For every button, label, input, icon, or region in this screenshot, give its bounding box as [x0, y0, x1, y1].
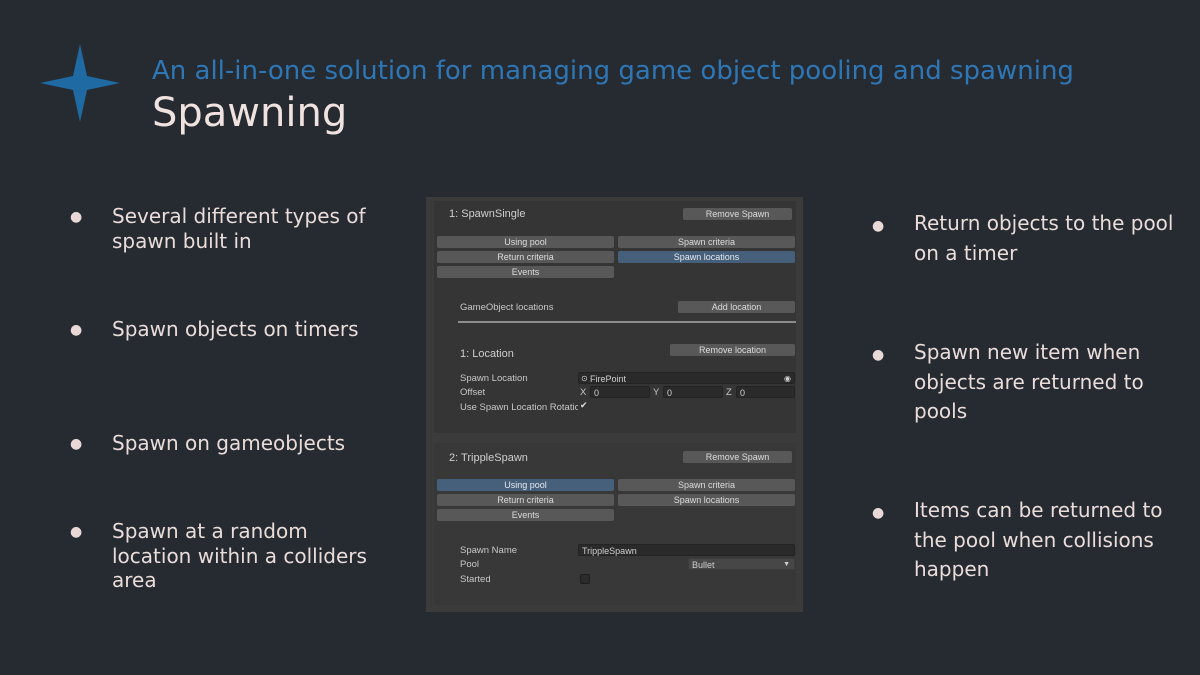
- add-location-button[interactable]: Add location: [678, 301, 795, 313]
- spawn-location-value: FirePoint: [590, 374, 627, 384]
- offset-y-label: Y: [653, 387, 660, 398]
- gameobject-locations-label: GameObject locations: [460, 302, 554, 313]
- left-bullet-1: Several different types of spawn built i…: [70, 204, 370, 253]
- slide-title: Spawning: [152, 90, 348, 136]
- offset-label: Offset: [460, 387, 486, 398]
- left-bullet-3: Spawn on gameobjects: [70, 431, 370, 456]
- tab-using-pool-2[interactable]: Using pool: [437, 479, 614, 491]
- remove-location-button[interactable]: Remove location: [670, 344, 795, 356]
- spawn-block-1: 1: SpawnSingle Remove Spawn Using pool S…: [434, 201, 796, 433]
- use-spawn-location-rotation-label: Use Spawn Location Rotatio: [460, 402, 578, 413]
- spawn-2-header: 2: TrippleSpawn: [449, 452, 528, 464]
- right-bullet-3: Items can be returned to the pool when c…: [872, 496, 1174, 585]
- offset-z-label: Z: [726, 387, 732, 398]
- location-1-header: 1: Location: [460, 348, 514, 360]
- spawn-location-label: Spawn Location: [460, 373, 528, 384]
- spawn-block-2: 2: TrippleSpawn Remove Spawn Using pool …: [434, 443, 796, 605]
- tab-spawn-locations-2[interactable]: Spawn locations: [618, 494, 795, 506]
- left-bullet-4: Spawn at a random location within a coll…: [70, 519, 370, 593]
- remove-spawn-1-button[interactable]: Remove Spawn: [683, 208, 792, 220]
- tab-spawn-criteria-2[interactable]: Spawn criteria: [618, 479, 795, 491]
- offset-x-field[interactable]: 0: [590, 386, 650, 398]
- started-checkbox[interactable]: [580, 574, 590, 584]
- object-picker-icon[interactable]: ◉: [784, 373, 791, 385]
- chevron-down-icon: ▼: [783, 561, 790, 568]
- tab-events-1[interactable]: Events: [437, 266, 614, 278]
- slide-subtitle: An all-in-one solution for managing game…: [152, 56, 1074, 86]
- use-rotation-checkbox[interactable]: ✔: [580, 401, 588, 411]
- pool-value: Bullet: [692, 560, 715, 570]
- spawner-inspector-panel: 1: SpawnSingle Remove Spawn Using pool S…: [426, 197, 803, 612]
- offset-y-field[interactable]: 0: [663, 386, 723, 398]
- section-divider: [458, 321, 796, 323]
- pool-dropdown[interactable]: Bullet ▼: [688, 558, 795, 570]
- spawn-name-field[interactable]: TrippleSpawn: [578, 544, 795, 556]
- tab-spawn-locations-1[interactable]: Spawn locations: [618, 251, 795, 263]
- spawn-location-field[interactable]: ⊙ FirePoint ◉: [578, 372, 795, 384]
- offset-z-field[interactable]: 0: [736, 386, 795, 398]
- gameobject-icon: ⊙: [581, 374, 588, 383]
- pool-label: Pool: [460, 559, 480, 570]
- spawn-1-header: 1: SpawnSingle: [449, 208, 526, 220]
- left-bullet-2: Spawn objects on timers: [70, 317, 370, 342]
- right-bullet-1: Return objects to the pool on a timer: [872, 209, 1174, 268]
- tab-using-pool-1[interactable]: Using pool: [437, 236, 614, 248]
- four-point-star-icon: [40, 44, 120, 122]
- started-label: Started: [460, 574, 491, 585]
- right-bullet-2: Spawn new item when objects are returned…: [872, 338, 1174, 427]
- tab-return-criteria-1[interactable]: Return criteria: [437, 251, 614, 263]
- tab-return-criteria-2[interactable]: Return criteria: [437, 494, 614, 506]
- remove-spawn-2-button[interactable]: Remove Spawn: [683, 451, 792, 463]
- offset-x-label: X: [580, 387, 587, 398]
- tab-events-2[interactable]: Events: [437, 509, 614, 521]
- spawn-name-label: Spawn Name: [460, 545, 518, 556]
- tab-spawn-criteria-1[interactable]: Spawn criteria: [618, 236, 795, 248]
